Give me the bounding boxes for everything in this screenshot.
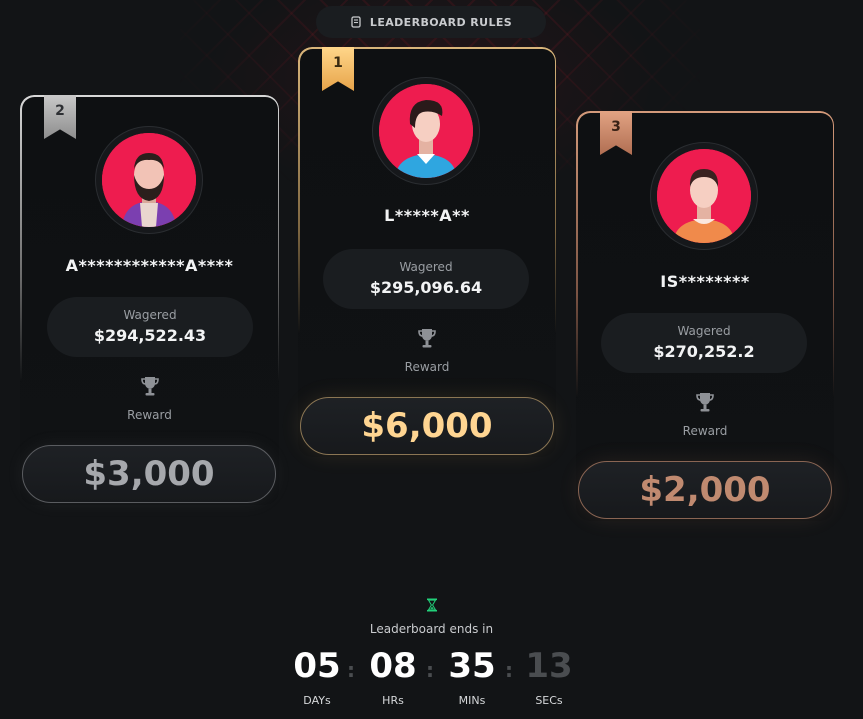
wagered-panel: Wagered $270,252.2	[601, 313, 807, 373]
timer-label: Leaderboard ends in	[369, 622, 494, 636]
avatar	[650, 142, 758, 250]
short-hair-man-avatar-icon	[657, 149, 751, 243]
bearded-man-avatar-icon	[102, 133, 196, 227]
countdown-days: 05 DAYs	[287, 646, 347, 707]
hours-value: 08	[369, 646, 417, 686]
seconds-value: 13	[525, 646, 573, 686]
leaderboard-rules-label: LEADERBOARD RULES	[369, 15, 513, 29]
player-username: IS********	[660, 272, 750, 291]
leaderboard-card-rank-1: 1 L*****A** Wagered $295,096.64 Reward $…	[298, 47, 556, 457]
seconds-label: SECs	[535, 694, 563, 707]
prize-amount: $3,000	[22, 445, 276, 503]
reward-label: Reward	[127, 408, 172, 422]
reward-label: Reward	[404, 360, 450, 374]
countdown-seconds: 13 SECs	[519, 646, 579, 707]
avatar	[95, 126, 203, 234]
countdown-minutes: 35 MINs	[442, 646, 502, 707]
leaderboard-card-rank-2: 2 A************A**** Wagered $294,522.43…	[20, 95, 279, 505]
wagered-panel: Wagered $294,522.43	[47, 297, 253, 357]
avatar	[372, 77, 480, 185]
countdown-separator: :	[426, 658, 434, 682]
countdown-separator: :	[505, 658, 513, 682]
wagered-value: $295,096.64	[369, 278, 483, 297]
days-label: DAYs	[303, 694, 331, 707]
wagered-label: Wagered	[399, 260, 453, 274]
prize-amount: $2,000	[578, 461, 832, 519]
wagered-panel: Wagered $295,096.64	[323, 249, 529, 309]
hourglass-icon	[426, 598, 437, 612]
reward-label: Reward	[682, 424, 728, 438]
trophy-icon	[696, 393, 714, 412]
scroll-icon	[351, 16, 361, 28]
days-value: 05	[293, 646, 341, 686]
player-username: A************A****	[65, 256, 234, 275]
leaderboard-rules-button[interactable]: LEADERBOARD RULES	[316, 6, 546, 38]
trophy-icon	[140, 377, 159, 396]
man-avatar-icon	[379, 84, 473, 178]
countdown-hours: 08 HRs	[363, 646, 423, 707]
rank-number: 1	[333, 55, 343, 71]
hours-label: HRs	[382, 694, 404, 707]
leaderboard-card-rank-3: 3 IS******** Wagered $270,252.2 Reward $…	[576, 111, 834, 521]
prize-amount: $6,000	[300, 397, 554, 455]
wagered-value: $270,252.2	[653, 342, 755, 361]
leaderboard-timer: Leaderboard ends in	[0, 597, 863, 636]
trophy-icon	[418, 329, 436, 348]
minutes-label: MINs	[458, 694, 486, 707]
player-username: L*****A**	[384, 206, 470, 225]
wagered-label: Wagered	[677, 324, 731, 338]
countdown-separator: :	[347, 658, 355, 682]
wagered-label: Wagered	[123, 308, 177, 322]
countdown: 05 DAYs : 08 HRs : 35 MINs : 13 SECs	[287, 646, 577, 716]
minutes-value: 35	[448, 646, 496, 686]
rank-number: 3	[611, 119, 621, 135]
rank-ribbon: 3	[600, 111, 632, 155]
rank-ribbon: 1	[322, 47, 354, 91]
rank-number: 2	[55, 103, 65, 119]
wagered-value: $294,522.43	[93, 326, 207, 345]
rank-ribbon: 2	[44, 95, 76, 139]
